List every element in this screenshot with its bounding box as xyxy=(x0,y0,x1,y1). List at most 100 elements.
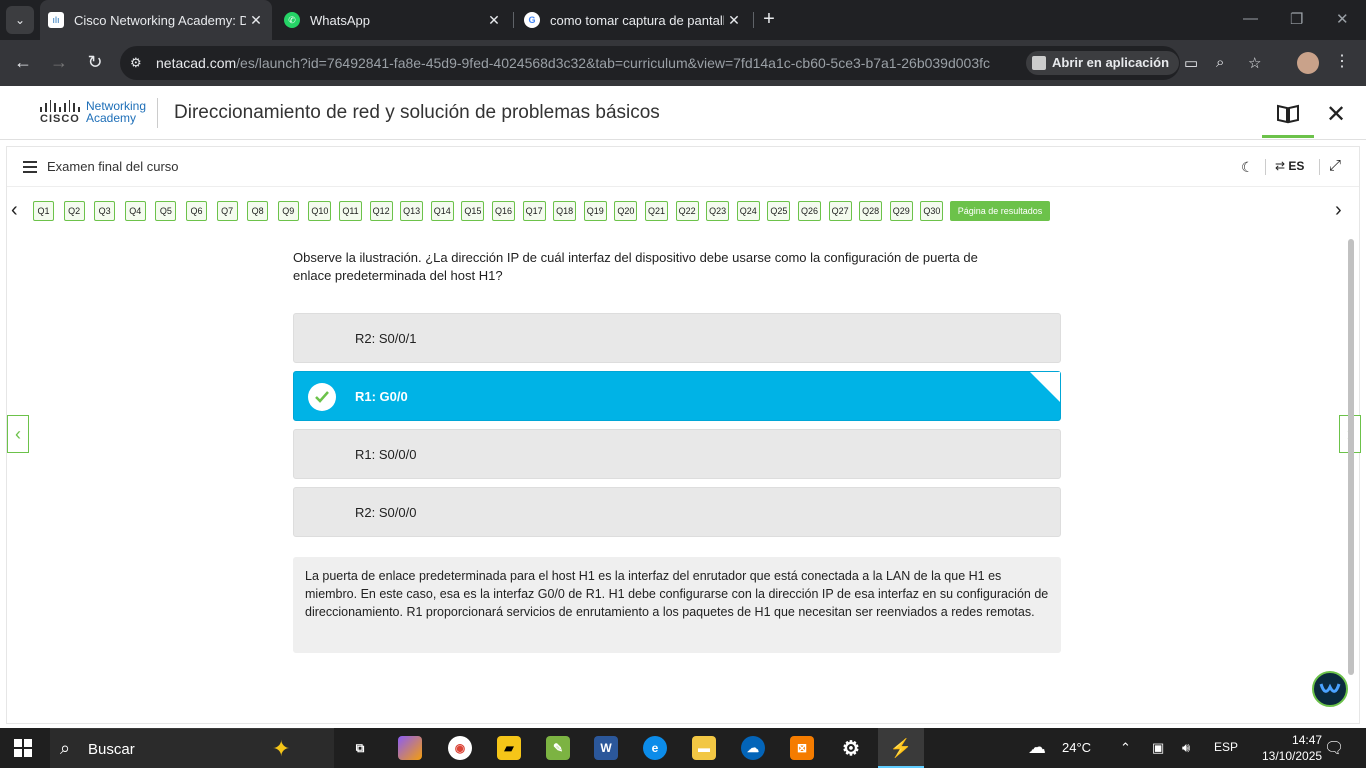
taskbar-search[interactable]: ⌕ Buscar ✦ xyxy=(50,728,334,768)
restore-icon[interactable]: ❐ xyxy=(1290,10,1303,28)
weather-cloud-icon[interactable]: ☁ xyxy=(1028,737,1046,758)
answer-option[interactable]: R2: S0/0/0 xyxy=(293,487,1061,537)
address-bar[interactable]: ⚙ netacad.com/es/launch?id=76492841-fa8e… xyxy=(120,46,1261,80)
results-page-button[interactable]: Página de resultados xyxy=(950,201,1050,221)
question-button-30[interactable]: Q30 xyxy=(920,201,944,221)
tab-google[interactable]: G como tomar captura de pantall ✕ xyxy=(516,0,750,40)
answer-option[interactable]: R1: S0/0/0 xyxy=(293,429,1061,479)
file-explorer-icon[interactable]: ▬ xyxy=(692,736,716,760)
minimize-icon[interactable]: — xyxy=(1243,10,1258,27)
input-language[interactable]: ESP xyxy=(1214,740,1238,754)
edge-icon[interactable]: e xyxy=(643,736,667,760)
close-course-icon[interactable]: ✕ xyxy=(1326,100,1346,129)
question-button-17[interactable]: Q17 xyxy=(522,201,546,221)
tray-chevron-up-icon[interactable]: ⌃ xyxy=(1120,740,1131,756)
volume-icon[interactable]: 🔊︎ xyxy=(1182,740,1190,756)
zoom-icon[interactable]: ⌕ xyxy=(1216,54,1224,71)
close-icon[interactable]: ✕ xyxy=(484,12,504,29)
answer-option-selected[interactable]: R1: G0/0 xyxy=(293,371,1061,421)
close-icon[interactable]: ✕ xyxy=(246,12,266,29)
xampp-icon[interactable]: ⊠ xyxy=(790,736,814,760)
question-button-15[interactable]: Q15 xyxy=(461,201,485,221)
question-button-12[interactable]: Q12 xyxy=(369,201,393,221)
question-button-3[interactable]: Q3 xyxy=(94,201,116,221)
packet-tracer-active[interactable]: ⚡ xyxy=(878,728,924,768)
question-button-5[interactable]: Q5 xyxy=(155,201,177,221)
question-button-23[interactable]: Q23 xyxy=(706,201,730,221)
question-button-25[interactable]: Q25 xyxy=(767,201,791,221)
question-navigator: ‹ Q1 Q2 Q3 Q4 Q5 Q6 Q7 Q8 Q9 Q10 Q11 Q12 Q13 Q14 Q15 Q1… xyxy=(7,199,1359,223)
profile-avatar[interactable] xyxy=(1297,52,1319,74)
network-icon[interactable]: ▣ xyxy=(1152,740,1164,756)
option-label: R1: G0/0 xyxy=(355,389,408,404)
tab-whatsapp[interactable]: ✆ WhatsApp ✕ xyxy=(276,0,510,40)
webex-assistant-icon[interactable] xyxy=(1312,671,1348,707)
question-button-24[interactable]: Q24 xyxy=(736,201,760,221)
word-icon[interactable]: W xyxy=(594,736,618,760)
question-button-13[interactable]: Q13 xyxy=(400,201,424,221)
question-button-20[interactable]: Q20 xyxy=(614,201,638,221)
fullscreen-expand-icon[interactable]: ⤢ xyxy=(1329,157,1341,174)
reload-icon[interactable]: ↻ xyxy=(84,52,106,73)
question-button-7[interactable]: Q7 xyxy=(216,201,238,221)
windows-start-icon[interactable] xyxy=(14,739,32,757)
image-editor-icon[interactable]: ✎ xyxy=(546,736,570,760)
question-button-8[interactable]: Q8 xyxy=(247,201,269,221)
answer-option[interactable]: R2: S0/0/1 xyxy=(293,313,1061,363)
back-arrow-icon[interactable]: ← xyxy=(12,52,34,73)
window-close-icon[interactable]: ✕ xyxy=(1336,10,1349,28)
sticky-notes-icon[interactable]: ▰ xyxy=(497,736,521,760)
packet-tracer-icon: ⚡ xyxy=(889,737,913,758)
chrome-icon[interactable]: ◉ xyxy=(448,736,472,760)
option-label: R2: S0/0/1 xyxy=(355,331,417,346)
question-button-29[interactable]: Q29 xyxy=(889,201,913,221)
book-button[interactable] xyxy=(1262,92,1314,138)
bookmark-star-icon[interactable]: ☆ xyxy=(1248,54,1261,72)
new-tab-plus-icon[interactable]: + xyxy=(758,8,780,30)
close-icon[interactable]: ✕ xyxy=(724,12,744,29)
settings-gear-icon[interactable]: ⚙ xyxy=(839,736,863,760)
next-questions-chevron-icon[interactable]: › xyxy=(1335,199,1342,222)
prev-questions-chevron-icon[interactable]: ‹ xyxy=(11,199,18,222)
language-selector[interactable]: ⇄ ES xyxy=(1275,159,1304,173)
clipboard-icon[interactable]: ▭ xyxy=(1184,54,1198,72)
open-in-app-button[interactable]: Abrir en aplicación xyxy=(1026,51,1180,75)
question-button-4[interactable]: Q4 xyxy=(124,201,146,221)
task-view-icon[interactable]: ⧉ xyxy=(348,736,372,760)
tab-title: Cisco Networking Academy: Di xyxy=(74,12,246,28)
weather-temp[interactable]: 24°C xyxy=(1062,740,1091,755)
question-button-22[interactable]: Q22 xyxy=(675,201,699,221)
question-button-16[interactable]: Q16 xyxy=(492,201,515,221)
question-button-10[interactable]: Q10 xyxy=(308,201,332,221)
tab-cisco[interactable]: ılı Cisco Networking Academy: Di ✕ xyxy=(40,0,272,40)
question-button-11[interactable]: Q11 xyxy=(339,201,362,221)
onedrive-icon[interactable]: ☁ xyxy=(741,736,765,760)
dark-mode-moon-icon[interactable]: ☾ xyxy=(1241,159,1254,176)
forward-arrow-icon[interactable]: → xyxy=(48,52,70,73)
question-button-14[interactable]: Q14 xyxy=(430,201,454,221)
notifications-icon[interactable]: 🗨︎ xyxy=(1324,738,1344,758)
menu-icon[interactable] xyxy=(23,161,37,176)
question-button-9[interactable]: Q9 xyxy=(277,201,299,221)
question-button-2[interactable]: Q2 xyxy=(63,201,85,221)
question-button-21[interactable]: Q21 xyxy=(645,201,668,221)
browser-menu-icon[interactable]: ⋮ xyxy=(1334,51,1350,71)
scrollbar[interactable] xyxy=(1348,239,1354,675)
url-text[interactable]: netacad.com/es/launch?id=76492841-fa8e-4… xyxy=(156,55,990,71)
question-button-27[interactable]: Q27 xyxy=(828,201,852,221)
explanation-box: La puerta de enlace predeterminada para … xyxy=(293,557,1061,653)
taskbar-clock[interactable]: 14:47 13/10/2025 xyxy=(1262,732,1322,764)
question-button-26[interactable]: Q26 xyxy=(798,201,821,221)
question-button-1[interactable]: Q1 xyxy=(33,201,54,221)
site-settings-icon[interactable]: ⚙ xyxy=(130,55,142,71)
question-button-6[interactable]: Q6 xyxy=(186,201,207,221)
question-button-19[interactable]: Q19 xyxy=(583,201,607,221)
previous-question-chevron-icon[interactable]: ‹ xyxy=(7,415,29,453)
question-button-28[interactable]: Q28 xyxy=(859,201,883,221)
copilot-icon[interactable] xyxy=(398,736,422,760)
whatsapp-icon: ✆ xyxy=(284,12,300,28)
search-icon: ⌕ xyxy=(60,738,71,758)
question-button-18[interactable]: Q18 xyxy=(553,201,577,221)
tab-search-button[interactable]: ⌄ xyxy=(6,6,34,34)
book-icon xyxy=(1277,104,1299,123)
